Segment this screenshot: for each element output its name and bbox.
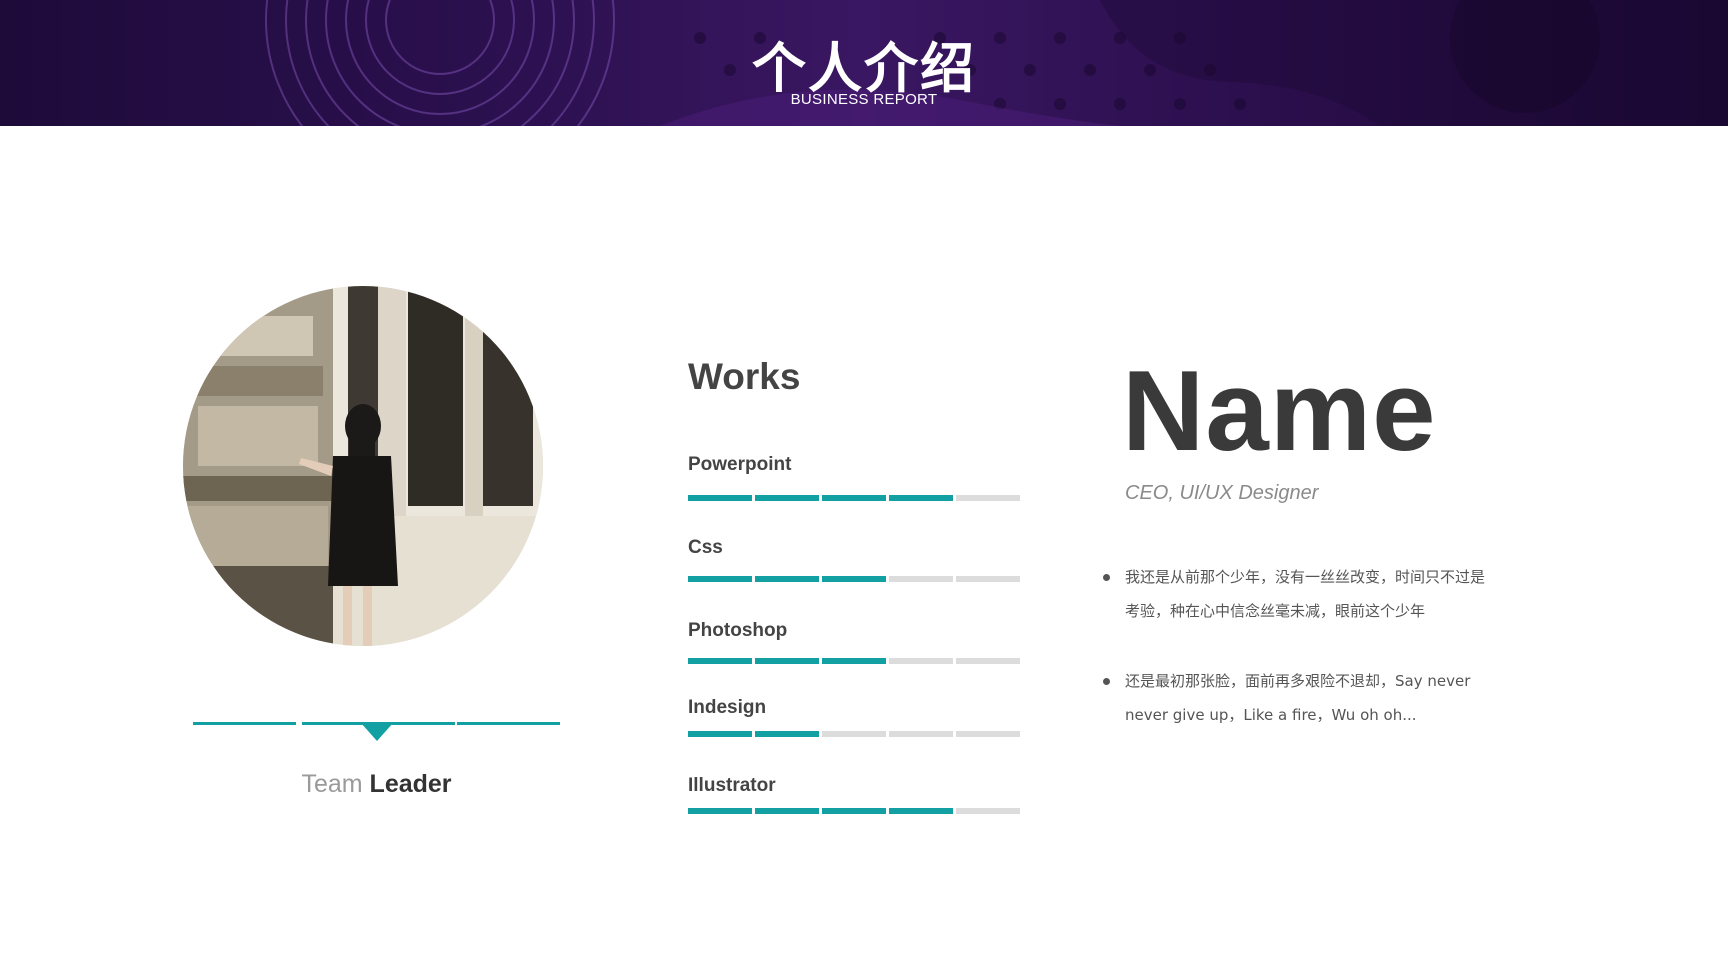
skill-indesign: Indesign	[688, 697, 1020, 737]
skill-illustrator: Illustrator	[688, 775, 1020, 814]
skill-bar	[688, 658, 1020, 664]
skill-segment-filled	[755, 495, 819, 501]
skill-segment-empty	[956, 576, 1020, 582]
skill-segment-filled	[822, 808, 886, 814]
bullet-line-2: 考验，种在心中信念丝毫未减，眼前这个少年	[1125, 602, 1426, 620]
skill-segment-empty	[822, 731, 886, 737]
skill-bar	[688, 576, 1020, 582]
skill-segment-filled	[889, 808, 953, 814]
skill-label: Powerpoint	[688, 454, 792, 475]
bullet-line-1: 还是最初那张脸，面前再多艰险不退却，Say never	[1125, 672, 1471, 690]
skill-segment-filled	[688, 495, 752, 501]
skill-segment-filled	[822, 658, 886, 664]
skill-bar	[688, 731, 1020, 737]
skill-segment-filled	[688, 658, 752, 664]
skill-label: Photoshop	[688, 620, 788, 641]
skill-segment-filled	[822, 495, 886, 501]
person-job-title: CEO, UI/UX Designer	[1125, 482, 1319, 504]
photo-divider	[193, 722, 560, 741]
skill-segment-filled	[755, 808, 819, 814]
skill-powerpoint: Powerpoint	[688, 454, 1020, 501]
skill-bar	[688, 495, 1020, 501]
skill-segment-empty	[889, 658, 953, 664]
skill-segment-empty	[956, 658, 1020, 664]
person-name: Name	[1122, 348, 1437, 475]
skill-bar	[688, 808, 1020, 814]
bullet-dot-icon	[1103, 574, 1110, 581]
skill-segment-empty	[956, 731, 1020, 737]
skill-segment-empty	[889, 731, 953, 737]
skill-segment-filled	[755, 576, 819, 582]
skill-segment-empty	[956, 808, 1020, 814]
role-bold: Leader	[369, 770, 452, 798]
skill-segment-filled	[688, 576, 752, 582]
role-caption: Team Leader	[193, 770, 560, 799]
skill-segment-filled	[889, 495, 953, 501]
role-light: Team	[301, 770, 363, 798]
skill-label: Indesign	[688, 697, 767, 718]
skill-segment-empty	[956, 495, 1020, 501]
skill-segment-filled	[755, 658, 819, 664]
skill-photoshop: Photoshop	[688, 620, 1020, 664]
skill-segment-filled	[755, 731, 819, 737]
skill-label: Illustrator	[688, 775, 776, 796]
skill-segment-filled	[688, 808, 752, 814]
profile-photo	[183, 286, 543, 646]
skill-css: Css	[688, 537, 1020, 582]
page-subtitle: BUSINESS REPORT	[790, 91, 938, 108]
skill-segment-filled	[822, 576, 886, 582]
skill-segment-filled	[688, 731, 752, 737]
profile-photo-image	[183, 286, 543, 646]
works-title: Works	[688, 356, 801, 397]
skill-label: Css	[688, 537, 723, 558]
bullet-dot-icon	[1103, 678, 1110, 685]
header-banner: 个人介绍 BUSINESS REPORT	[0, 0, 1728, 126]
skill-segment-empty	[889, 576, 953, 582]
bullet-line-2: never give up，Like a fire，Wu oh oh...	[1125, 706, 1417, 724]
bullet-line-1: 我还是从前那个少年，没有一丝丝改变，时间只不过是	[1125, 568, 1486, 586]
